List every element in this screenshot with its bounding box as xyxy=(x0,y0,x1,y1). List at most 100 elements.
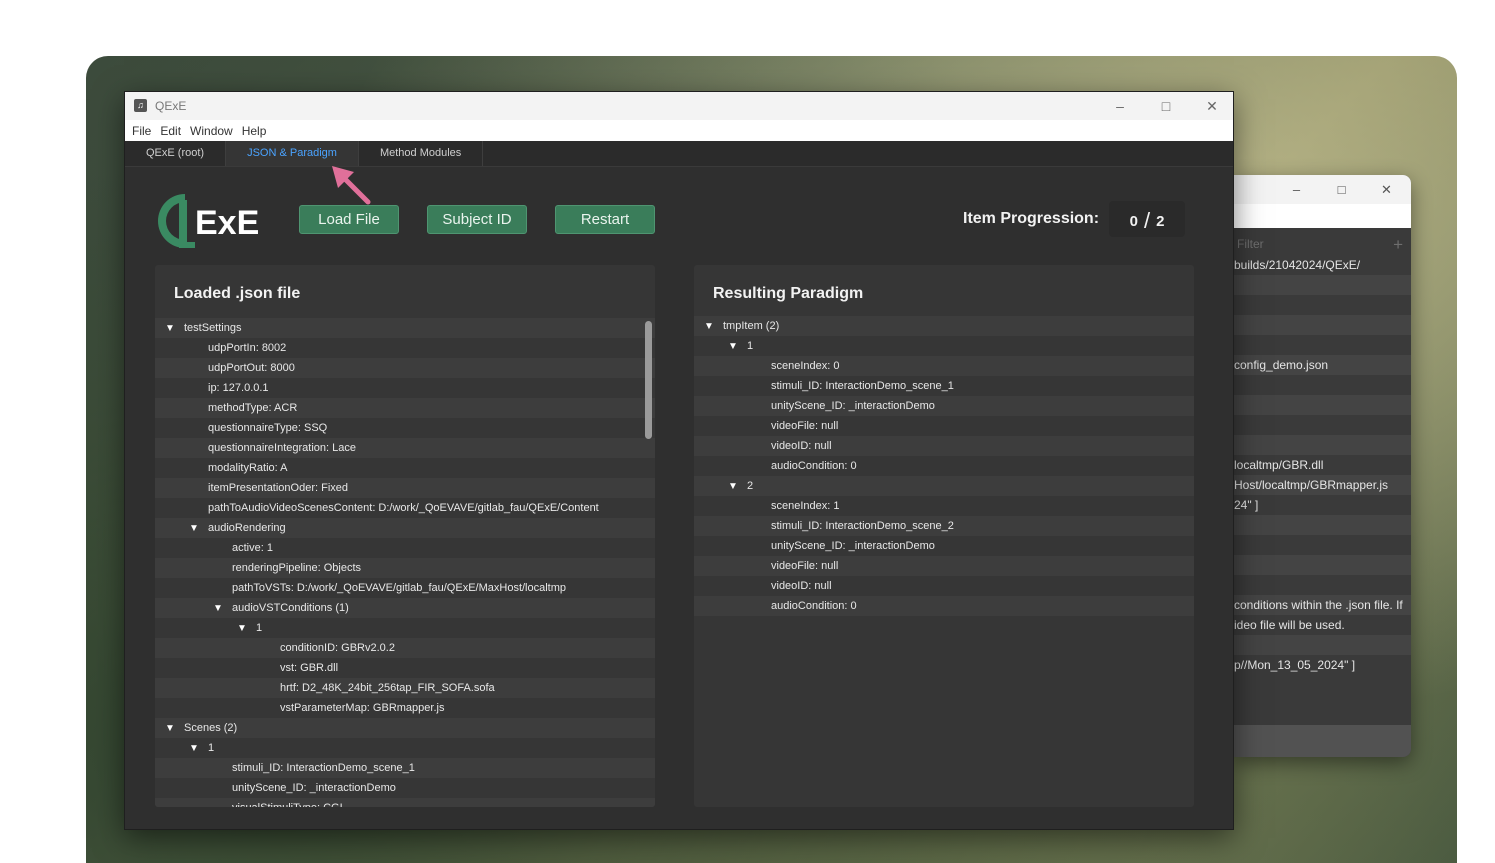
background-list-row[interactable] xyxy=(1234,375,1411,395)
tree-row[interactable]: pathToVSTs: D:/work/_QoEVAVE/gitlab_fau/… xyxy=(155,578,655,598)
background-list-row[interactable]: builds/21042024/QExE/ xyxy=(1234,255,1411,275)
expand-arrow-icon[interactable]: ▼ xyxy=(704,317,718,336)
background-list-row[interactable]: Host/localtmp/GBRmapper.js xyxy=(1234,475,1411,495)
maximize-icon[interactable]: □ xyxy=(1319,175,1364,204)
tree-row[interactable]: modalityRatio: A xyxy=(155,458,655,478)
tree-row[interactable]: ▼ testSettings xyxy=(155,318,655,338)
expand-arrow-icon[interactable]: ▼ xyxy=(213,599,227,618)
background-window[interactable]: – □ ✕ Filter + builds/21042024/QExE/conf… xyxy=(1234,175,1411,757)
tree-row[interactable]: udpPortOut: 8000 xyxy=(155,358,655,378)
tree-row[interactable]: stimuli_ID: InteractionDemo_scene_2 xyxy=(694,516,1194,536)
menu-help[interactable]: Help xyxy=(242,124,267,138)
tree-row[interactable]: unityScene_ID: _interactionDemo xyxy=(694,396,1194,416)
tree-row[interactable]: vst: GBR.dll xyxy=(155,658,655,678)
expand-arrow-icon[interactable]: ▼ xyxy=(728,477,742,496)
tree-row[interactable]: videoFile: null xyxy=(694,416,1194,436)
tree-row[interactable]: ▼ tmpItem (2) xyxy=(694,316,1194,336)
background-window-titlebar[interactable]: – □ ✕ xyxy=(1234,175,1411,204)
tree-row[interactable]: pathToAudioVideoScenesContent: D:/work/_… xyxy=(155,498,655,518)
background-list-row[interactable] xyxy=(1234,395,1411,415)
tree-row[interactable]: ▼ 1 xyxy=(155,618,655,638)
background-list-row[interactable]: conditions within the .json file. If xyxy=(1234,595,1411,615)
tree-row[interactable]: videoID: null xyxy=(694,576,1194,596)
tree-row[interactable]: ▼ 2 xyxy=(694,476,1194,496)
tree-row[interactable]: stimuli_ID: InteractionDemo_scene_1 xyxy=(155,758,655,778)
expand-arrow-icon[interactable]: ▼ xyxy=(165,719,179,738)
tree-row[interactable]: ▼ audioVSTConditions (1) xyxy=(155,598,655,618)
tree-row[interactable]: questionnaireType: SSQ xyxy=(155,418,655,438)
background-list-row[interactable] xyxy=(1234,515,1411,535)
tree-row[interactable]: stimuli_ID: InteractionDemo_scene_1 xyxy=(694,376,1194,396)
resulting-paradigm-panel: Resulting Paradigm ▼ tmpItem (2) ▼ 1 sceneIn… xyxy=(694,265,1194,807)
background-list-row[interactable] xyxy=(1234,635,1411,655)
expand-arrow-icon[interactable]: ▼ xyxy=(189,519,203,538)
restart-button[interactable]: Restart xyxy=(555,205,655,234)
menu-edit[interactable]: Edit xyxy=(160,124,181,138)
background-list-row[interactable]: config_demo.json xyxy=(1234,355,1411,375)
background-list-row[interactable]: localtmp/GBR.dll xyxy=(1234,455,1411,475)
tree-row[interactable]: conditionID: GBRv2.0.2 xyxy=(155,638,655,658)
background-list-row[interactable] xyxy=(1234,555,1411,575)
json-tree[interactable]: ▼ testSettings udpPortIn: 8002 udpPortOut: … xyxy=(155,318,655,807)
tree-row-label: sceneIndex: 1 xyxy=(771,500,840,512)
background-list-row[interactable] xyxy=(1234,535,1411,555)
tree-row[interactable]: questionnaireIntegration: Lace xyxy=(155,438,655,458)
menu-file[interactable]: File xyxy=(132,124,151,138)
tree-row[interactable]: videoFile: null xyxy=(694,556,1194,576)
tree-row[interactable]: ip: 127.0.0.1 xyxy=(155,378,655,398)
tree-row[interactable]: methodType: ACR xyxy=(155,398,655,418)
tree-row-label: udpPortOut: 8000 xyxy=(208,362,295,374)
subject-id-button[interactable]: Subject ID xyxy=(427,205,527,234)
background-list-row[interactable]: p//Mon_13_05_2024" ] xyxy=(1234,655,1411,675)
minimize-icon[interactable]: – xyxy=(1097,92,1143,120)
background-list-row[interactable] xyxy=(1234,415,1411,435)
expand-arrow-icon[interactable]: ▼ xyxy=(728,337,742,356)
svg-text:ExE: ExE xyxy=(195,204,259,242)
background-list-row[interactable] xyxy=(1234,435,1411,455)
background-list-row[interactable] xyxy=(1234,275,1411,295)
tree-row-label: Scenes (2) xyxy=(184,722,238,734)
tree-row[interactable]: ▼ 1 xyxy=(155,738,655,758)
menu-window[interactable]: Window xyxy=(190,124,233,138)
tree-row[interactable]: audioCondition: 0 xyxy=(694,456,1194,476)
tree-row-label: 1 xyxy=(256,622,263,634)
tree-row[interactable]: itemPresentationOder: Fixed xyxy=(155,478,655,498)
titlebar[interactable]: ♫ QExE – □ ✕ xyxy=(125,92,1233,120)
background-list-row[interactable]: 24" ] xyxy=(1234,495,1411,515)
tree-row[interactable]: ▼ Scenes (2) xyxy=(155,718,655,738)
tree-row[interactable]: ▼ audioRendering xyxy=(155,518,655,538)
progress-total: 2 xyxy=(1156,213,1165,230)
close-icon[interactable]: ✕ xyxy=(1364,175,1409,204)
tree-row[interactable]: sceneIndex: 0 xyxy=(694,356,1194,376)
tree-row[interactable]: audioCondition: 0 xyxy=(694,596,1194,616)
tree-row[interactable]: videoID: null xyxy=(694,436,1194,456)
tree-row[interactable]: renderingPipeline: Objects xyxy=(155,558,655,578)
tree-row[interactable]: unityScene_ID: _interactionDemo xyxy=(694,536,1194,556)
tree-row[interactable]: ▼ 1 xyxy=(694,336,1194,356)
expand-arrow-icon[interactable]: ▼ xyxy=(237,619,251,638)
tree-row[interactable]: vstParameterMap: GBRmapper.js xyxy=(155,698,655,718)
tree-row[interactable]: unityScene_ID: _interactionDemo xyxy=(155,778,655,798)
background-list-row[interactable] xyxy=(1234,295,1411,315)
json-tree-scrollbar[interactable] xyxy=(645,321,652,439)
background-list-row[interactable] xyxy=(1234,315,1411,335)
minimize-icon[interactable]: – xyxy=(1274,175,1319,204)
tree-row[interactable]: active: 1 xyxy=(155,538,655,558)
expand-arrow-icon[interactable]: ▼ xyxy=(165,319,179,338)
tree-row[interactable]: visualStimuliType: CGI xyxy=(155,798,655,807)
tree-row[interactable]: udpPortIn: 8002 xyxy=(155,338,655,358)
tree-row-label: videoFile: null xyxy=(771,560,839,572)
tree-row-label: audioCondition: 0 xyxy=(771,460,857,472)
maximize-icon[interactable]: □ xyxy=(1143,92,1189,120)
expand-arrow-icon[interactable]: ▼ xyxy=(189,739,203,758)
background-list-row[interactable] xyxy=(1234,575,1411,595)
tab-method-modules[interactable]: Method Modules xyxy=(359,141,484,166)
background-list-row[interactable]: ideo file will be used. xyxy=(1234,615,1411,635)
paradigm-tree[interactable]: ▼ tmpItem (2) ▼ 1 sceneIndex: 0 stimuli_ID: I… xyxy=(694,316,1194,616)
tree-row-label: 1 xyxy=(747,340,754,352)
tree-row[interactable]: sceneIndex: 1 xyxy=(694,496,1194,516)
background-list-row[interactable] xyxy=(1234,335,1411,355)
tree-row[interactable]: hrtf: D2_48K_24bit_256tap_FIR_SOFA.sofa xyxy=(155,678,655,698)
close-icon[interactable]: ✕ xyxy=(1189,92,1233,120)
tab-qexe-root[interactable]: QExE (root) xyxy=(125,141,227,166)
